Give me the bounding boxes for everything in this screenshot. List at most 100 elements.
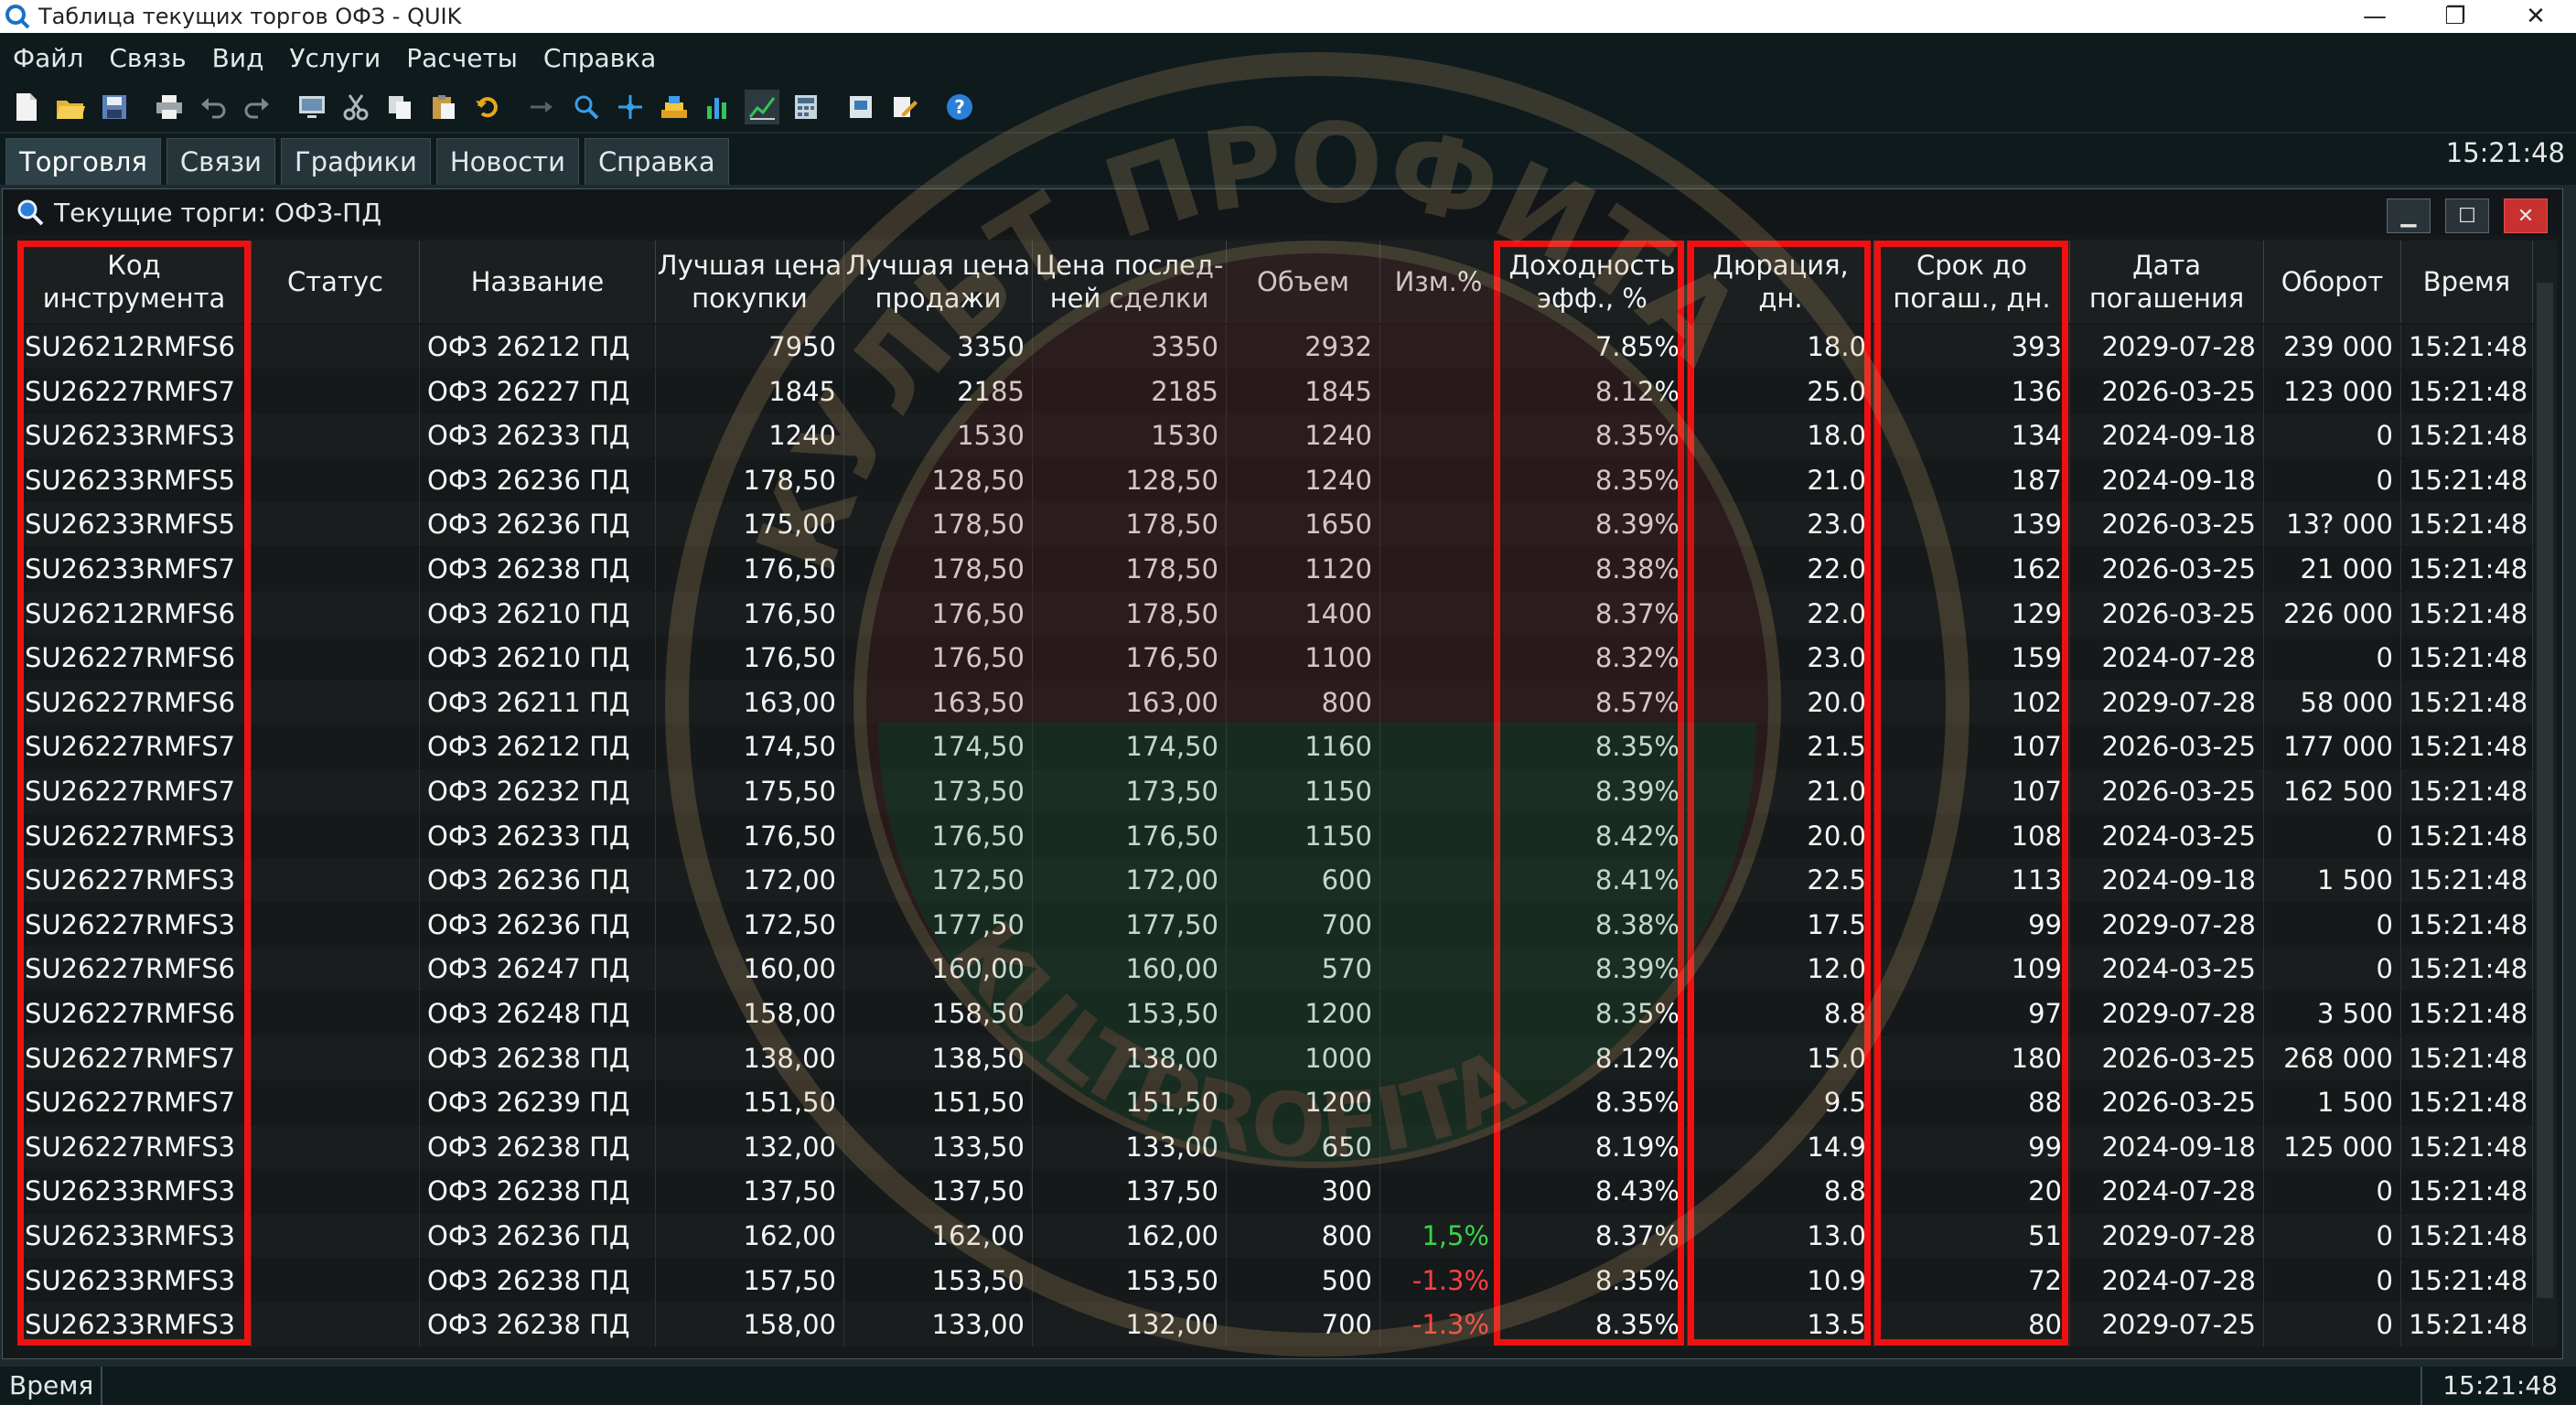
table-row[interactable]: SU26227RMFS7 ОФЗ 26227 ПД 1845 2185 2185 1845…: [17, 369, 2533, 413]
table-row[interactable]: SU26227RMFS3 ОФЗ 26233 ПД 176,50 176,50 176,…: [17, 813, 2533, 858]
column-header-bid[interactable]: Лучшая цена покупки: [656, 241, 844, 323]
menu-services[interactable]: Услуги: [289, 43, 381, 73]
restore-button[interactable]: ❐: [2415, 0, 2496, 33]
subwindow-minimize-button[interactable]: ▁: [2387, 198, 2431, 233]
menu-file[interactable]: Файл: [13, 43, 83, 73]
subwindow-maximize-button[interactable]: ☐: [2445, 198, 2489, 233]
help-icon[interactable]: ?: [942, 90, 977, 124]
copy-icon[interactable]: [382, 90, 417, 124]
cell-time: 15:21:48: [2401, 1080, 2533, 1125]
tab-news[interactable]: Новости: [435, 138, 579, 185]
cell-ask: 174,50: [844, 724, 1033, 769]
print-icon[interactable]: [152, 90, 187, 124]
portfolio-icon[interactable]: [843, 90, 878, 124]
cell-last: 160,00: [1033, 947, 1227, 992]
cell-bid: 157,50: [656, 1258, 844, 1303]
arrow-icon[interactable]: [525, 90, 560, 124]
monitor-icon[interactable]: [295, 90, 329, 124]
minimize-button[interactable]: —: [2334, 0, 2415, 33]
column-header-days-to-maturity[interactable]: Срок до погаш., дн.: [1874, 241, 2070, 323]
bar-chart-icon[interactable]: [701, 90, 735, 124]
column-header-duration[interactable]: Дюрация, дн.: [1688, 241, 1874, 323]
column-header-ask[interactable]: Лучшая цена продажи: [844, 241, 1033, 323]
table-row[interactable]: SU26212RMFS6 ОФЗ 26212 ПД 7950 3350 3350 2932…: [17, 325, 2533, 369]
cell-duration: 20.0: [1688, 813, 1874, 858]
cell-days-to-maturity: 102: [1874, 680, 2070, 724]
vertical-scrollbar[interactable]: [2533, 241, 2557, 1347]
table-row[interactable]: SU26227RMFS3 ОФЗ 26238 ПД 132,00 133,50 133,…: [17, 1124, 2533, 1169]
cut-icon[interactable]: [338, 90, 373, 124]
cell-bid: 132,00: [656, 1124, 844, 1169]
column-header-change[interactable]: Изм.%: [1380, 241, 1497, 323]
table-row[interactable]: SU26233RMFS3 ОФЗ 26238 ПД 158,00 133,00 132,…: [17, 1303, 2533, 1347]
table-row[interactable]: SU26233RMFS3 ОФЗ 26238 ПД 157,50 153,50 153,…: [17, 1258, 2533, 1303]
cell-code: SU26212RMFS6: [17, 325, 252, 369]
tab-help[interactable]: Справка: [584, 138, 729, 185]
cell-change: [1380, 591, 1497, 636]
table-row[interactable]: SU26233RMFS5 ОФЗ 26236 ПД 175,00 178,50 178,…: [17, 502, 2533, 547]
table-row[interactable]: SU26212RMFS6 ОФЗ 26210 ПД 176,50 176,50 178,…: [17, 591, 2533, 636]
undo-icon[interactable]: [196, 90, 231, 124]
column-header-code[interactable]: Код инструмента: [17, 241, 252, 323]
paste-icon[interactable]: [426, 90, 461, 124]
table-row[interactable]: SU26227RMFS6 ОФЗ 26211 ПД 163,00 163,50 163,…: [17, 680, 2533, 724]
menu-view[interactable]: Вид: [212, 43, 264, 73]
column-header-status[interactable]: Статус: [252, 241, 420, 323]
table-row[interactable]: SU26233RMFS7 ОФЗ 26238 ПД 176,50 178,50 178,…: [17, 547, 2533, 591]
table-row[interactable]: SU26227RMFS7 ОФЗ 26232 ПД 175,50 173,50 173,…: [17, 769, 2533, 813]
zoom-icon[interactable]: [569, 90, 604, 124]
cell-ask: 128,50: [844, 457, 1033, 502]
column-header-time[interactable]: Время: [2401, 241, 2533, 323]
cell-code: SU26227RMFS3: [17, 1124, 252, 1169]
tab-charts[interactable]: Графики: [280, 138, 431, 185]
table-row[interactable]: SU26233RMFS5 ОФЗ 26236 ПД 178,50 128,50 128,…: [17, 457, 2533, 502]
cell-name: ОФЗ 26236 ПД: [420, 1214, 656, 1258]
close-button[interactable]: ✕: [2496, 0, 2576, 33]
table-row[interactable]: SU26233RMFS3 ОФЗ 26238 ПД 137,50 137,50 137,…: [17, 1169, 2533, 1214]
tab-connections[interactable]: Связи: [166, 138, 275, 185]
open-folder-icon[interactable]: [53, 90, 88, 124]
redo-icon[interactable]: [240, 90, 274, 124]
calculator-icon[interactable]: [789, 90, 823, 124]
table-row[interactable]: SU26227RMFS7 ОФЗ 26238 ПД 138,00 138,50 138,…: [17, 1035, 2533, 1080]
scrollbar-thumb[interactable]: [2537, 283, 2553, 1298]
column-header-turnover[interactable]: Оборот: [2264, 241, 2401, 323]
menu-help[interactable]: Справка: [543, 43, 656, 73]
subwindow-close-button[interactable]: ✕: [2504, 198, 2548, 233]
tab-trading[interactable]: Торговля: [5, 138, 161, 185]
table-row[interactable]: SU26227RMFS6 ОФЗ 26210 ПД 176,50 176,50 176,…: [17, 636, 2533, 681]
new-file-icon[interactable]: [9, 90, 44, 124]
table-row[interactable]: SU26227RMFS3 ОФЗ 26236 ПД 172,00 172,50 172,…: [17, 858, 2533, 903]
cell-bid: 176,50: [656, 636, 844, 681]
table-row[interactable]: SU26233RMFS3 ОФЗ 26236 ПД 162,00 162,00 162,…: [17, 1214, 2533, 1258]
table-row[interactable]: SU26227RMFS6 ОФЗ 26248 ПД 158,00 158,50 153,…: [17, 992, 2533, 1035]
table-row[interactable]: SU26227RMFS3 ОФЗ 26236 ПД 172,50 177,50 177,…: [17, 902, 2533, 947]
menu-connection[interactable]: Связь: [109, 43, 186, 73]
toolbar: ?: [0, 82, 2576, 132]
menu-calculations[interactable]: Расчеты: [406, 43, 518, 73]
column-header-yield[interactable]: Доходность эфф., %: [1497, 241, 1688, 323]
column-header-last[interactable]: Цена послед- ней сделки: [1033, 241, 1227, 323]
cell-yield: 8.35%: [1497, 724, 1688, 769]
cell-bid: 174,50: [656, 724, 844, 769]
cell-maturity-date: 2029-07-28: [2070, 325, 2264, 369]
cell-yield: 8.35%: [1497, 457, 1688, 502]
cell-change: [1380, 724, 1497, 769]
table-row[interactable]: SU26227RMFS7 ОФЗ 26212 ПД 174,50 174,50 174,…: [17, 724, 2533, 769]
column-header-name[interactable]: Название: [420, 241, 656, 323]
cell-time: 15:21:48: [2401, 858, 2533, 903]
table-row[interactable]: SU26227RMFS7 ОФЗ 26239 ПД 151,50 151,50 151,…: [17, 1080, 2533, 1125]
cell-volume: 1120: [1227, 547, 1380, 591]
column-header-maturity-date[interactable]: Дата погашения: [2070, 241, 2264, 323]
save-icon[interactable]: [97, 90, 132, 124]
cell-turnover: 0: [2264, 902, 2401, 947]
line-chart-icon[interactable]: [745, 90, 779, 124]
stack-icon[interactable]: [657, 90, 692, 124]
table-row[interactable]: SU26227RMFS6 ОФЗ 26247 ПД 160,00 160,00 160,…: [17, 947, 2533, 992]
refresh-icon[interactable]: [470, 90, 505, 124]
edit-icon[interactable]: [887, 90, 922, 124]
column-header-volume[interactable]: Объем: [1227, 241, 1380, 323]
cell-code: SU26233RMFS3: [17, 1169, 252, 1214]
crosshair-icon[interactable]: [613, 90, 648, 124]
table-row[interactable]: SU26233RMFS3 ОФЗ 26233 ПД 1240 1530 1530 1240…: [17, 413, 2533, 458]
